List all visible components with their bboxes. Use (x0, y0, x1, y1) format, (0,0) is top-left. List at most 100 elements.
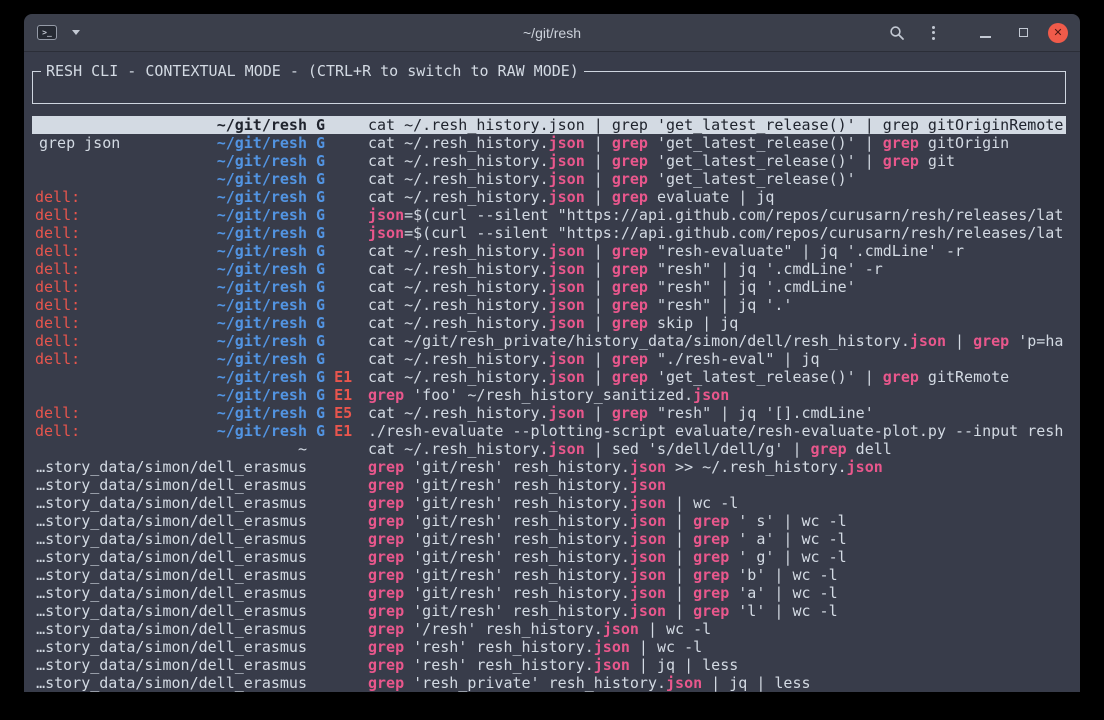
flags-label: G (316, 206, 366, 224)
context-cell: …story_data/simon/dell_erasmus (35, 656, 307, 674)
history-row[interactable]: dell:~/git/reshGjson=$(curl --silent "ht… (32, 206, 1066, 224)
close-button[interactable]: ✕ (1048, 23, 1068, 43)
host-label: dell: (35, 314, 80, 332)
context-cell: …story_data/simon/dell_erasmus (35, 494, 307, 512)
history-row[interactable]: dell:~/git/reshGcat ~/git/resh_private/h… (32, 332, 1066, 350)
command-text: grep 'git/resh' resh_history.json >> ~/.… (368, 458, 1066, 476)
history-row[interactable]: dell:~/git/reshGcat ~/.resh_history.json… (32, 296, 1066, 314)
command-text: cat ~/.resh_history.json | grep "resh" |… (368, 278, 1066, 296)
minimize-button[interactable] (974, 22, 996, 44)
history-row[interactable]: dell:~/git/reshGcat ~/.resh_history.json… (32, 242, 1066, 260)
flag-g: G (316, 386, 325, 404)
terminal-window: >_ ~/git/resh ✕ (24, 14, 1080, 693)
flags-label: G (316, 350, 366, 368)
context-cell: dell: ~/git/resh (35, 188, 307, 206)
history-row[interactable]: ~/git/reshG E1cat ~/.resh_history.json |… (32, 368, 1066, 386)
context-cell: dell: ~/git/resh (35, 422, 307, 440)
flags-label (316, 620, 366, 638)
terminal-menu-dropdown[interactable] (65, 22, 87, 44)
pwd-label: …story_data/simon/dell_erasmus (36, 638, 307, 656)
flags-label (316, 638, 366, 656)
context-cell: …story_data/simon/dell_erasmus (35, 512, 307, 530)
history-row[interactable]: …story_data/simon/dell_erasmusgrep 'git/… (32, 458, 1066, 476)
restore-icon (1019, 28, 1028, 37)
flag-g: G (316, 314, 325, 332)
context-cell: dell:~/git/resh (35, 260, 307, 278)
flags-label: G (316, 296, 366, 314)
host-label: dell: (35, 404, 80, 422)
pwd-label: ~/git/resh (217, 350, 307, 368)
resh-mode-title: RESH CLI - CONTEXTUAL MODE - (CTRL+R to … (41, 62, 584, 80)
new-terminal-button[interactable]: >_ (36, 22, 58, 44)
flags-label (316, 476, 366, 494)
resh-search-box[interactable]: RESH CLI - CONTEXTUAL MODE - (CTRL+R to … (32, 71, 1066, 104)
command-text: json=$(curl --silent "https://api.github… (368, 206, 1066, 224)
flags-label (316, 566, 366, 584)
pwd-label: ~/git/resh (217, 422, 307, 440)
context-cell: dell:~/git/resh (35, 332, 307, 350)
context-cell: …story_data/simon/dell_erasmus (35, 584, 307, 602)
history-row[interactable]: …story_data/simon/dell_erasmusgrep 'git/… (32, 566, 1066, 584)
history-row[interactable]: …story_data/simon/dell_erasmus grep 'git/… (32, 548, 1066, 566)
flag-g: G (316, 206, 325, 224)
flag-e1: E1 (334, 422, 352, 440)
context-cell: …story_data/simon/dell_erasmus (35, 602, 307, 620)
context-cell: …story_data/simon/dell_erasmus (35, 476, 307, 494)
pwd-label: ~/git/resh (217, 368, 307, 386)
history-row[interactable]: …story_data/simon/dell_erasmusgrep 'resh… (32, 674, 1066, 692)
history-row[interactable]: ~ cat ~/.resh_history.json | sed 's/dell/… (32, 440, 1066, 458)
headerbar: >_ ~/git/resh ✕ (24, 14, 1080, 52)
history-row[interactable]: dell:~/git/reshGcat ~/.resh_history.json… (32, 314, 1066, 332)
history-row[interactable]: …story_data/simon/dell_erasmusgrep 'resh… (32, 656, 1066, 674)
command-text: cat ~/.resh_history.json | grep 'get_lat… (368, 368, 1066, 386)
menu-button[interactable] (922, 22, 944, 44)
history-row[interactable]: …story_data/simon/dell_erasmus grep 'git/… (32, 530, 1066, 548)
history-row[interactable]: dell:~/git/reshG E1./resh-evaluate --plo… (32, 422, 1066, 440)
history-row[interactable]: …story_data/simon/dell_erasmusgrep 'resh… (32, 638, 1066, 656)
pwd-label: ~/git/resh (217, 188, 307, 206)
host-label: dell: (35, 350, 80, 368)
search-button[interactable] (886, 22, 908, 44)
history-row[interactable]: dell:~/git/reshG E5cat ~/.resh_history.j… (32, 404, 1066, 422)
context-cell: ~/git/resh (35, 368, 307, 386)
command-text: cat ~/.resh_history.json | sed 's/dell/d… (368, 440, 1066, 458)
restore-button[interactable] (1012, 22, 1034, 44)
history-row[interactable]: dell: ~/git/resh Gcat ~/.resh_history.json… (32, 350, 1066, 368)
flag-g: G (316, 404, 325, 422)
host-label: dell: (35, 188, 80, 206)
search-query-input[interactable]: grep json (39, 134, 1059, 152)
context-cell: ~ (35, 440, 307, 458)
command-text: grep 'git/resh' resh_history.json | grep… (368, 602, 1066, 620)
history-row[interactable]: …story_data/simon/dell_erasmus grep 'git/… (32, 602, 1066, 620)
flag-g: G (316, 350, 325, 368)
command-text: grep 'git/resh' resh_history.json | grep… (368, 530, 1066, 548)
pwd-label: ~/git/resh (217, 314, 307, 332)
history-row[interactable]: …story_data/simon/dell_erasmus grep 'git/… (32, 512, 1066, 530)
flags-label (316, 656, 366, 674)
context-cell: …story_data/simon/dell_erasmus (35, 530, 307, 548)
flags-label (316, 494, 366, 512)
pwd-label: …story_data/simon/dell_erasmus (36, 548, 307, 566)
host-label: dell: (35, 206, 80, 224)
command-text: cat ~/.resh_history.json | grep "resh-ev… (368, 242, 1066, 260)
pwd-label: ~/git/resh (217, 296, 307, 314)
command-text: cat ~/.resh_history.json | grep "./resh-… (368, 350, 1066, 368)
history-row[interactable]: …story_data/simon/dell_erasmusgrep 'git/… (32, 476, 1066, 494)
pwd-label: …story_data/simon/dell_erasmus (36, 602, 307, 620)
flag-g: G (316, 188, 325, 206)
host-label: dell: (35, 422, 80, 440)
history-row[interactable]: …story_data/simon/dell_erasmusgrep 'git/… (32, 494, 1066, 512)
history-row[interactable]: dell:~/git/reshGcat ~/.resh_history.json… (32, 260, 1066, 278)
pwd-label: …story_data/simon/dell_erasmus (36, 584, 307, 602)
history-row[interactable]: …story_data/simon/dell_erasmusgrep 'git/… (32, 584, 1066, 602)
context-cell: dell:~/git/resh (35, 278, 307, 296)
command-text: grep 'git/resh' resh_history.json | grep… (368, 512, 1066, 530)
history-row[interactable]: ~/git/reshG E1grep 'foo' ~/resh_history_… (32, 386, 1066, 404)
history-row[interactable]: …story_data/simon/dell_erasmusgrep '/res… (32, 620, 1066, 638)
history-row[interactable]: dell:~/git/reshGcat ~/.resh_history.json… (32, 188, 1066, 206)
command-text: grep 'git/resh' resh_history.json | grep… (368, 548, 1066, 566)
history-row[interactable]: dell:~/git/reshGcat ~/.resh_history.json… (32, 278, 1066, 296)
pwd-label: ~/git/resh (217, 278, 307, 296)
history-row[interactable]: dell:~/git/reshGjson=$(curl --silent "ht… (32, 224, 1066, 242)
pwd-label: …story_data/simon/dell_erasmus (36, 476, 307, 494)
